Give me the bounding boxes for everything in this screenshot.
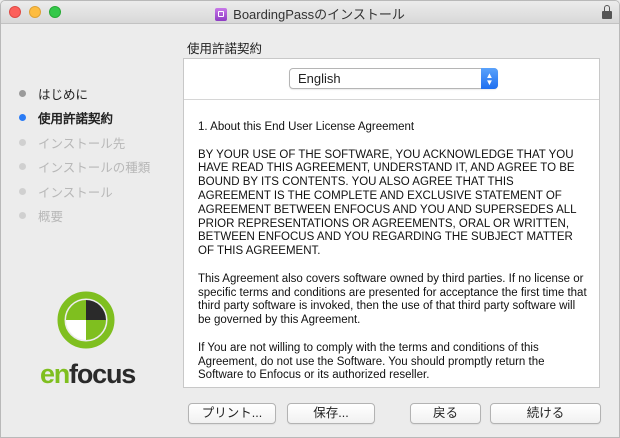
language-select[interactable]: English ▲ ▼ xyxy=(289,68,498,89)
installer-steps: はじめに 使用許諾契約 インストール先 インストールの種類 インストール 概要 xyxy=(19,81,150,228)
license-paragraph: This Agreement also covers software owne… xyxy=(198,272,587,327)
license-paragraph: BY YOUR USE OF THE SOFTWARE, YOU ACKNOWL… xyxy=(198,148,577,258)
divider xyxy=(184,99,599,100)
lock-icon xyxy=(602,5,612,19)
step-summary: 概要 xyxy=(19,204,150,229)
step-license: 使用許諾契約 xyxy=(19,106,150,131)
step-label: インストール xyxy=(38,185,113,200)
step-install: インストール xyxy=(19,179,150,204)
step-bullet-icon xyxy=(19,163,26,171)
step-bullet-icon xyxy=(19,138,26,146)
print-button[interactable]: プリント... xyxy=(188,403,276,424)
step-destination: インストール先 xyxy=(19,130,150,155)
window-title-container: BoardingPassのインストール xyxy=(1,4,619,23)
continue-button[interactable]: 続ける xyxy=(490,403,601,424)
step-bullet-icon xyxy=(19,89,26,97)
step-installation-type: インストールの種類 xyxy=(19,155,150,180)
back-button[interactable]: 戻る xyxy=(410,403,481,424)
section-title: 使用許諾契約 xyxy=(187,42,263,56)
step-label: はじめに xyxy=(38,87,89,102)
window-title: BoardingPassのインストール xyxy=(233,7,405,22)
enfocus-logo-mark-icon xyxy=(57,291,115,349)
title-bar[interactable]: BoardingPassのインストール xyxy=(1,1,619,24)
step-label: インストール先 xyxy=(38,136,126,151)
package-icon xyxy=(215,8,228,21)
step-label: 概要 xyxy=(38,210,64,225)
step-bullet-icon xyxy=(19,114,26,122)
step-bullet-icon xyxy=(19,212,26,220)
step-label: 使用許諾契約 xyxy=(38,112,114,127)
step-label: インストールの種類 xyxy=(38,161,151,176)
step-bullet-icon xyxy=(19,187,26,195)
license-panel: English ▲ ▼ 1. About this End User Licens… xyxy=(183,58,600,388)
select-arrows-icon: ▲ ▼ xyxy=(481,68,498,89)
enfocus-wordmark: enfocus xyxy=(39,359,136,389)
license-paragraph: If You are not willing to comply with th… xyxy=(198,341,545,382)
step-introduction: はじめに xyxy=(19,81,150,106)
license-paragraph: 1. About this End User License Agreement xyxy=(198,121,415,133)
save-button[interactable]: 保存... xyxy=(287,403,375,424)
language-select-value: English xyxy=(298,71,341,86)
installer-window: BoardingPassのインストール はじめに 使用許諾契約 インストール先 … xyxy=(0,0,620,438)
license-text[interactable]: 1. About this End User License Agreement… xyxy=(198,121,588,385)
